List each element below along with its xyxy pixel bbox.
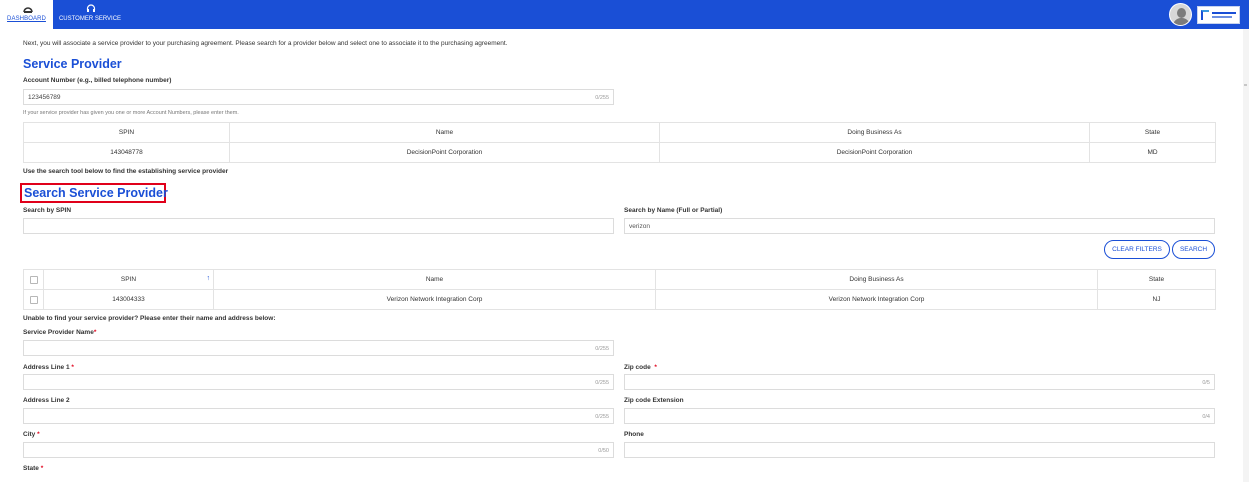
required-mark: * (654, 364, 657, 371)
address-line-2-label: Address Line 2 (23, 397, 70, 404)
state-label: State * (23, 465, 43, 472)
cell-dba: DecisionPoint Corporation (659, 142, 1090, 163)
provider-name-label-text: Service Provider Name (23, 329, 94, 336)
zip-code-counter: 0/5 (1202, 380, 1210, 386)
phone-label: Phone (624, 431, 644, 438)
table-header-row: SPIN Name Doing Business As State (23, 122, 1216, 143)
vertical-scrollbar[interactable] (1243, 29, 1249, 482)
provider-name-label: Service Provider Name* (23, 329, 96, 336)
zip-code-label-text: Zip code (624, 364, 651, 371)
required-mark: * (93, 329, 97, 336)
selected-provider-table: SPIN Name Doing Business As State 143048… (23, 122, 1216, 163)
address-line-1-counter: 0/255 (595, 380, 609, 386)
city-label-text: City (23, 431, 36, 438)
account-number-label: Account Number (e.g., billed telephone n… (23, 77, 172, 84)
column-header-spin: SPIN (23, 122, 230, 143)
search-by-name-label: Search by Name (Full or Partial) (624, 207, 723, 214)
organization-logo (1197, 6, 1240, 24)
city-label: City * (23, 431, 40, 438)
cell-name: DecisionPoint Corporation (229, 142, 660, 163)
account-number-input[interactable]: 123456789 0/255 (23, 89, 614, 105)
nav-dashboard-label: DASHBOARD (7, 16, 46, 22)
select-all-cell (23, 269, 44, 290)
search-by-spin-input[interactable] (23, 218, 614, 234)
column-header-spin-label: SPIN (120, 276, 137, 283)
search-service-provider-title: Search Service Provider (24, 186, 168, 200)
select-all-checkbox[interactable] (29, 275, 38, 284)
avatar-head-shape (1177, 8, 1186, 18)
cell-name: Verizon Network Integration Corp (213, 289, 656, 310)
row-checkbox[interactable] (29, 295, 38, 304)
cell-dba: Verizon Network Integration Corp (655, 289, 1098, 310)
cell-state: NJ (1097, 289, 1216, 310)
table-row: 143048778 DecisionPoint Corporation Deci… (23, 142, 1216, 163)
top-nav-bar: DASHBOARD CUSTOMER SERVICE (0, 0, 1249, 29)
address-line-1-label: Address Line 1 * (23, 364, 74, 371)
city-input[interactable]: 0/50 (23, 442, 614, 458)
user-avatar[interactable] (1169, 3, 1192, 26)
sort-ascending-icon[interactable]: ↑ (207, 275, 211, 282)
required-mark: * (40, 465, 44, 472)
required-mark: * (37, 431, 40, 438)
search-button[interactable]: SEARCH (1172, 240, 1215, 259)
column-header-state: State (1089, 122, 1216, 143)
avatar-body-shape (1173, 18, 1190, 25)
column-header-dba: Doing Business As (655, 269, 1098, 290)
account-number-hint: If your service provider has given you o… (23, 110, 239, 116)
nav-dashboard[interactable]: DASHBOARD (0, 0, 53, 29)
row-select-cell (23, 289, 44, 310)
provider-name-input[interactable]: 0/255 (23, 340, 614, 356)
search-by-name-value: verizon (629, 223, 650, 230)
table-header-row: SPIN ↑ Name Doing Business As State (23, 269, 1216, 290)
column-header-name: Name (213, 269, 656, 290)
search-by-spin-label: Search by SPIN (23, 207, 72, 214)
search-by-name-input[interactable]: verizon (624, 218, 1215, 234)
scrollbar-thumb[interactable] (1244, 84, 1247, 86)
city-counter: 0/50 (598, 448, 609, 454)
account-number-counter: 0/255 (595, 95, 609, 101)
search-tool-note: Use the search tool below to find the es… (23, 168, 229, 175)
table-row[interactable]: 143004333 Verizon Network Integration Co… (23, 289, 1216, 310)
logo-line (1212, 12, 1236, 14)
zip-code-extension-input[interactable]: 0/4 (624, 408, 1215, 424)
dashboard-gauge-icon (23, 7, 33, 13)
address-line-1-input[interactable]: 0/255 (23, 374, 614, 390)
service-provider-title: Service Provider (23, 57, 122, 71)
cell-spin: 143048778 (23, 142, 230, 163)
column-header-state: State (1097, 269, 1216, 290)
logo-line (1212, 16, 1232, 18)
address-line-2-counter: 0/255 (595, 414, 609, 420)
search-results-table: SPIN ↑ Name Doing Business As State 1430… (23, 269, 1216, 310)
clear-filters-button[interactable]: CLEAR FILTERS (1104, 240, 1170, 259)
manual-entry-prompt: Unable to find your service provider? Pl… (23, 315, 276, 322)
headset-icon (86, 4, 96, 12)
zip-code-input[interactable]: 0/5 (624, 374, 1215, 390)
address-line-1-label-text: Address Line 1 (23, 364, 70, 371)
required-mark: * (71, 364, 74, 371)
cell-state: MD (1089, 142, 1216, 163)
nav-customer-service[interactable]: CUSTOMER SERVICE (55, 0, 125, 29)
account-number-value: 123456789 (28, 94, 61, 101)
zip-code-extension-counter: 0/4 (1202, 414, 1210, 420)
address-line-2-input[interactable]: 0/255 (23, 408, 614, 424)
provider-name-counter: 0/255 (595, 346, 609, 352)
column-header-dba: Doing Business As (659, 122, 1090, 143)
zip-code-label: Zip code * (624, 364, 657, 371)
intro-text: Next, you will associate a service provi… (23, 40, 508, 47)
cell-spin: 143004333 (43, 289, 214, 310)
column-header-name: Name (229, 122, 660, 143)
logo-mark-icon (1201, 10, 1209, 20)
state-label-text: State (23, 465, 39, 472)
phone-input[interactable] (624, 442, 1215, 458)
zip-code-extension-label: Zip code Extension (624, 397, 684, 404)
nav-customer-service-label: CUSTOMER SERVICE (58, 16, 122, 22)
column-header-spin[interactable]: SPIN ↑ (43, 269, 214, 290)
